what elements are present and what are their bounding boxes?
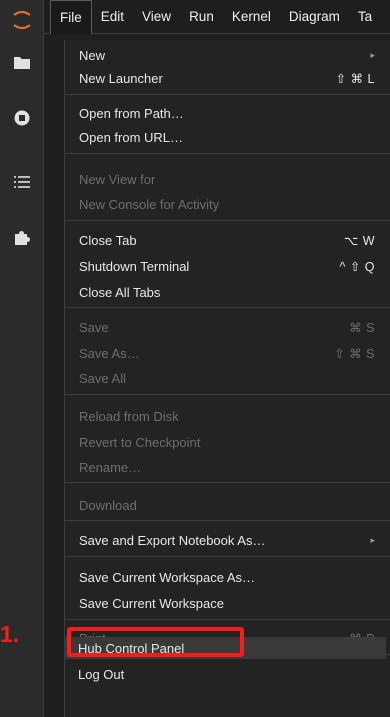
menu-item-label: Reload from Disk	[79, 408, 179, 424]
menu-item-label: Close Tab	[79, 232, 137, 248]
menu-item-label: Log Out	[78, 666, 125, 682]
menu-item-reload-from-disk: Reload from Disk	[65, 405, 387, 427]
menu-item-rename: Rename…	[65, 456, 387, 478]
menu-item-label: Save Current Workspace	[79, 595, 224, 611]
menu-item-label: Save	[79, 319, 109, 335]
menu-item-save-as: Save As… ⇧ ⌘ S	[65, 342, 387, 364]
puzzle-extension-icon[interactable]	[0, 218, 44, 258]
menu-item-save-and-export[interactable]: Save and Export Notebook As… ▸	[65, 529, 387, 551]
menu-view[interactable]: View	[133, 0, 180, 34]
shortcut-label: ⌘ S	[349, 320, 375, 335]
shortcut-label: ⇧ ⌘ L	[335, 71, 375, 86]
menu-item-save-workspace[interactable]: Save Current Workspace	[65, 592, 387, 614]
menu-item-label: Revert to Checkpoint	[79, 434, 201, 450]
menu-item-close-all-tabs[interactable]: Close All Tabs	[65, 281, 387, 303]
shortcut-label: ⌥ W	[343, 233, 375, 248]
menu-file[interactable]: File	[50, 0, 92, 34]
menu-item-label: Save All	[79, 370, 126, 386]
menu-item-label: New View for	[79, 171, 156, 187]
menu-item-new-view-for: New View for	[65, 168, 387, 190]
menu-separator	[65, 556, 390, 557]
menubar: File Edit View Run Kernel Diagram Ta	[44, 0, 390, 34]
menu-separator	[65, 220, 390, 221]
menu-item-label: New Console for Activity	[79, 196, 220, 212]
menu-item-new[interactable]: New ▸	[65, 44, 387, 66]
menu-separator	[65, 520, 390, 521]
menu-item-label: Open from Path…	[79, 105, 184, 121]
menu-item-save: Save ⌘ S	[65, 316, 387, 338]
menu-separator	[65, 153, 390, 154]
chevron-right-icon: ▸	[370, 534, 375, 545]
menu-item-new-launcher[interactable]: New Launcher ⇧ ⌘ L	[65, 67, 387, 89]
jupyter-logo-icon	[0, 0, 44, 40]
menu-kernel[interactable]: Kernel	[223, 0, 280, 34]
menu-separator	[65, 307, 390, 308]
menu-item-open-from-path[interactable]: Open from Path…	[65, 102, 387, 124]
list-icon[interactable]	[0, 162, 44, 202]
annotation-step-number: 1.	[0, 621, 20, 647]
activity-bar	[0, 0, 44, 717]
menu-item-label: Open from URL…	[79, 129, 184, 145]
annotation-highlight-box	[67, 627, 244, 657]
menu-item-log-out[interactable]: Log Out	[64, 663, 386, 685]
menu-item-label: New	[79, 47, 106, 63]
menu-item-revert-to-checkpoint: Revert to Checkpoint	[65, 431, 387, 453]
menu-item-save-workspace-as[interactable]: Save Current Workspace As…	[65, 566, 387, 588]
menu-separator	[65, 394, 390, 395]
menu-item-shutdown-terminal[interactable]: Shutdown Terminal ^ ⇧ Q	[65, 255, 387, 277]
menu-item-new-console: New Console for Activity	[65, 193, 387, 215]
menu-tabs[interactable]: Ta	[349, 0, 381, 34]
menu-item-open-from-url[interactable]: Open from URL…	[65, 126, 387, 148]
menu-run[interactable]: Run	[180, 0, 223, 34]
menu-item-label: Rename…	[79, 459, 142, 475]
menu-item-save-all: Save All	[65, 367, 387, 389]
file-menu-dropdown: New ▸ New Launcher ⇧ ⌘ L Open from Path……	[64, 40, 390, 717]
menu-separator	[65, 94, 390, 95]
chevron-right-icon: ▸	[370, 49, 375, 60]
menu-item-download: Download	[65, 494, 387, 516]
menu-item-label: Close All Tabs	[79, 284, 161, 300]
menu-item-label: Save and Export Notebook As…	[79, 532, 266, 548]
shortcut-label: ^ ⇧ Q	[339, 259, 375, 274]
folder-icon[interactable]	[0, 42, 44, 82]
menu-item-label: New Launcher	[79, 70, 163, 86]
menu-item-close-tab[interactable]: Close Tab ⌥ W	[65, 229, 387, 251]
menu-item-label: Shutdown Terminal	[79, 258, 190, 274]
menu-edit[interactable]: Edit	[92, 0, 133, 34]
running-stop-icon[interactable]	[0, 98, 44, 138]
menu-item-label: Save As…	[79, 345, 140, 361]
shortcut-label: ⇧ ⌘ S	[334, 346, 375, 361]
menu-separator	[65, 619, 390, 620]
menu-separator	[65, 482, 390, 483]
menu-item-label: Download	[79, 497, 137, 513]
menu-diagram[interactable]: Diagram	[280, 0, 349, 34]
menu-item-label: Save Current Workspace As…	[79, 569, 256, 585]
